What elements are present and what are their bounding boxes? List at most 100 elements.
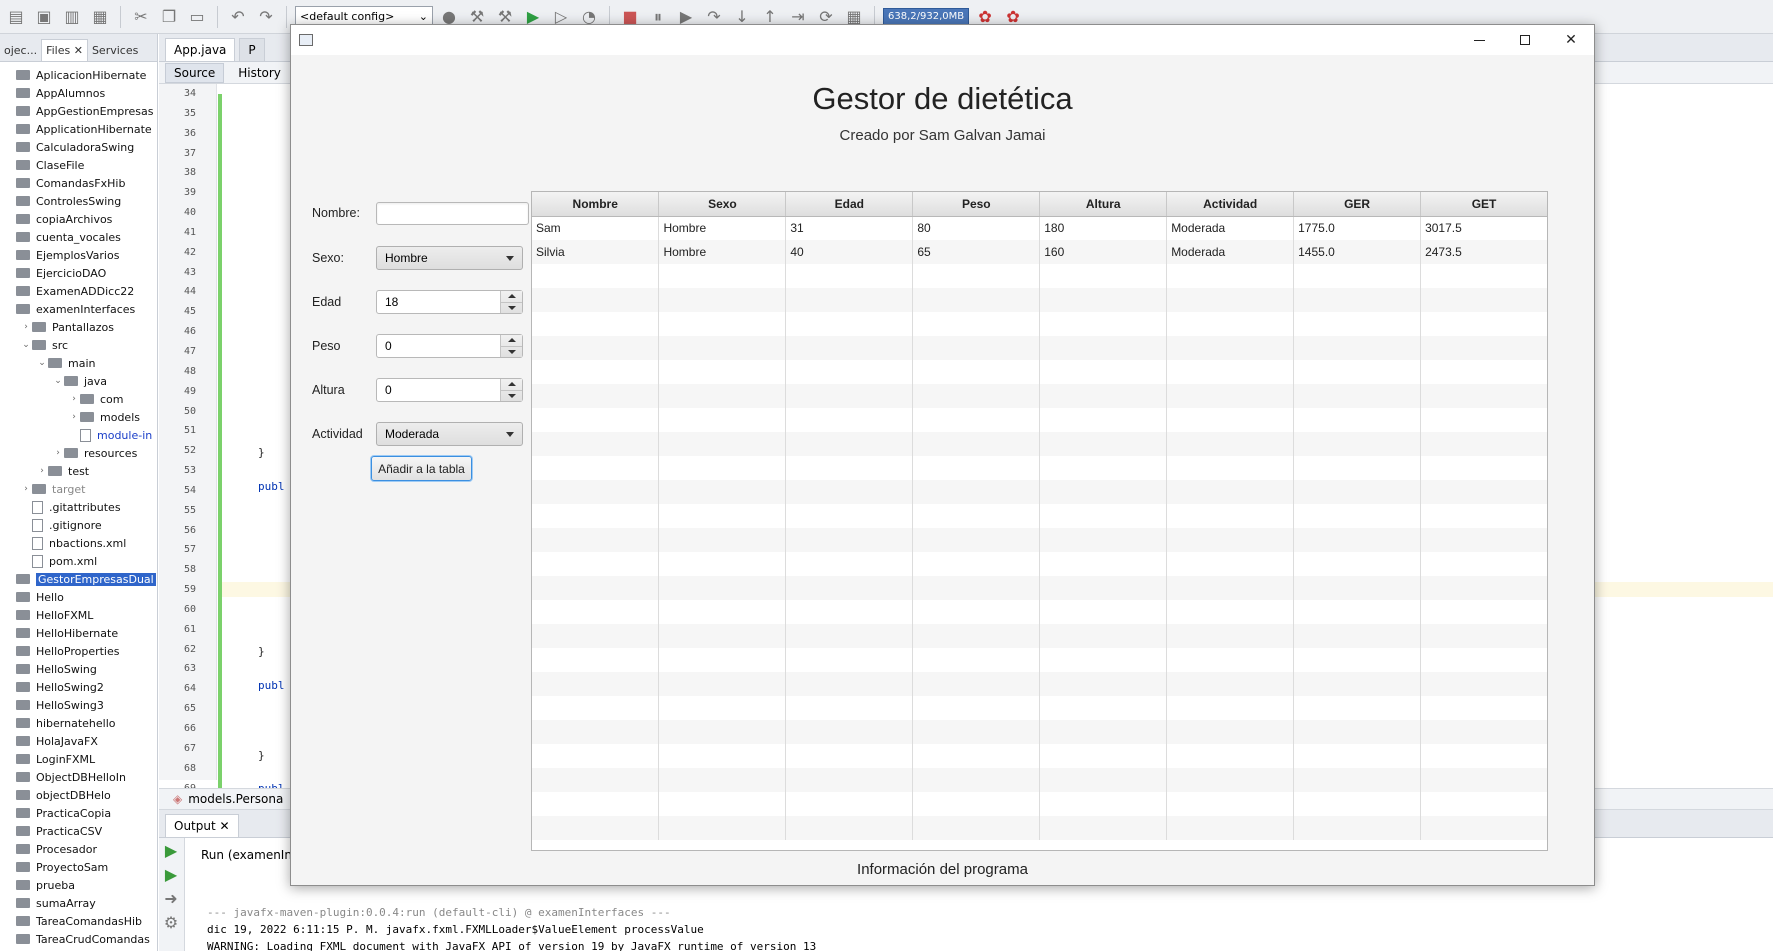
tree-item[interactable]: prueba bbox=[0, 876, 157, 894]
window-titlebar[interactable]: ✕ bbox=[291, 25, 1594, 55]
tree-item[interactable]: TareaCrudComandas bbox=[0, 930, 157, 948]
tree-item[interactable]: objectDBHelo bbox=[0, 786, 157, 804]
tree-item[interactable]: module-in bbox=[0, 426, 157, 444]
paste-icon[interactable]: ▭ bbox=[185, 5, 209, 29]
increment-button[interactable] bbox=[501, 291, 522, 303]
rerun-icon[interactable]: ▶ bbox=[159, 838, 183, 862]
table-row[interactable]: Sam Hombre 31 80 180 Moderada 1775.0 3017.5 bbox=[532, 216, 1547, 240]
tree-item[interactable]: AplicacionHibernate bbox=[0, 66, 157, 84]
decrement-button[interactable] bbox=[501, 347, 522, 358]
tree-item[interactable]: ControlesSwing bbox=[0, 192, 157, 210]
tree-item[interactable]: Procesador bbox=[0, 840, 157, 858]
empty-table-row[interactable] bbox=[532, 648, 1547, 672]
tree-item[interactable]: ApplicationHibernate bbox=[0, 120, 157, 138]
column-header[interactable]: Edad bbox=[785, 192, 914, 217]
tree-item[interactable]: PracticaCopia bbox=[0, 804, 157, 822]
column-header[interactable]: Altura bbox=[1039, 192, 1168, 217]
empty-table-row[interactable] bbox=[532, 528, 1547, 552]
tree-item[interactable]: .gitattributes bbox=[0, 498, 157, 516]
chevron-right-icon[interactable]: › bbox=[52, 448, 64, 458]
increment-button[interactable] bbox=[501, 379, 522, 391]
new-file-icon[interactable]: ▤ bbox=[4, 5, 28, 29]
sexo-select[interactable]: Hombre bbox=[376, 246, 523, 270]
empty-table-row[interactable] bbox=[532, 600, 1547, 624]
rerun-with-options-icon[interactable]: ▶ bbox=[159, 862, 183, 886]
empty-table-row[interactable] bbox=[532, 384, 1547, 408]
tab-app-java[interactable]: App.java bbox=[165, 38, 236, 61]
tree-item[interactable]: › resources bbox=[0, 444, 157, 462]
tab-source[interactable]: Source bbox=[165, 62, 225, 83]
new-project-icon[interactable]: ▣ bbox=[32, 5, 56, 29]
tab-output[interactable]: Output ✕ bbox=[165, 814, 239, 837]
chevron-right-icon[interactable]: › bbox=[68, 394, 80, 404]
minimize-button[interactable] bbox=[1456, 25, 1502, 55]
tree-item[interactable]: CalculadoraSwing bbox=[0, 138, 157, 156]
empty-table-row[interactable] bbox=[532, 264, 1547, 288]
redo-icon[interactable]: ↷ bbox=[254, 5, 278, 29]
undo-icon[interactable]: ↶ bbox=[226, 5, 250, 29]
maximize-button[interactable] bbox=[1502, 25, 1548, 55]
add-to-table-button[interactable]: Añadir a la tabla bbox=[371, 456, 472, 481]
settings-icon[interactable]: ⚙ bbox=[159, 910, 183, 934]
table-row[interactable]: Silvia Hombre 40 65 160 Moderada 1455.0 2473.5 bbox=[532, 240, 1547, 264]
tree-item[interactable]: .gitignore bbox=[0, 516, 157, 534]
tree-item[interactable]: nbactions.xml bbox=[0, 534, 157, 552]
tree-item[interactable]: › com bbox=[0, 390, 157, 408]
tree-item[interactable]: AppAlumnos bbox=[0, 84, 157, 102]
tree-item[interactable]: ClaseFile bbox=[0, 156, 157, 174]
empty-table-row[interactable] bbox=[532, 552, 1547, 576]
tree-item[interactable]: › test bbox=[0, 462, 157, 480]
tree-item[interactable]: LoginFXML bbox=[0, 750, 157, 768]
empty-table-row[interactable] bbox=[532, 576, 1547, 600]
tree-item[interactable]: copiaArchivos bbox=[0, 210, 157, 228]
tree-item[interactable]: AppGestionEmpresas bbox=[0, 102, 157, 120]
tree-item[interactable]: ProyectoSam bbox=[0, 858, 157, 876]
empty-table-row[interactable] bbox=[532, 672, 1547, 696]
column-header[interactable]: GET bbox=[1420, 192, 1547, 217]
empty-table-row[interactable] bbox=[532, 408, 1547, 432]
empty-table-row[interactable] bbox=[532, 312, 1547, 336]
tree-item[interactable]: HolaJavaFX bbox=[0, 732, 157, 750]
increment-button[interactable] bbox=[501, 335, 522, 347]
column-header[interactable]: Peso bbox=[912, 192, 1041, 217]
tree-item[interactable]: sumaArray bbox=[0, 894, 157, 912]
empty-table-row[interactable] bbox=[532, 792, 1547, 816]
altura-spinner[interactable]: 0 bbox=[376, 378, 523, 402]
tab-projects[interactable]: ojec... bbox=[0, 40, 41, 61]
chevron-down-icon[interactable]: ⌄ bbox=[36, 358, 48, 368]
empty-table-row[interactable] bbox=[532, 696, 1547, 720]
tree-item[interactable]: cuenta_vocales bbox=[0, 228, 157, 246]
tree-item[interactable]: ⌄ main bbox=[0, 354, 157, 372]
tree-item[interactable]: ⌄ src bbox=[0, 336, 157, 354]
tree-item[interactable]: ObjectDBHelloIn bbox=[0, 768, 157, 786]
empty-table-row[interactable] bbox=[532, 768, 1547, 792]
actividad-select[interactable]: Moderada bbox=[376, 422, 523, 446]
tree-item[interactable]: HelloSwing bbox=[0, 660, 157, 678]
empty-table-row[interactable] bbox=[532, 816, 1547, 840]
tree-item[interactable]: › Pantallazos bbox=[0, 318, 157, 336]
empty-table-row[interactable] bbox=[532, 504, 1547, 528]
tab-other-file[interactable]: P bbox=[239, 38, 265, 61]
tree-item[interactable]: › models bbox=[0, 408, 157, 426]
chevron-right-icon[interactable]: › bbox=[20, 322, 32, 332]
nombre-field[interactable] bbox=[376, 202, 529, 225]
save-all-icon[interactable]: ▦ bbox=[88, 5, 112, 29]
tree-item[interactable]: HelloSwing3 bbox=[0, 696, 157, 714]
tree-item[interactable]: examenInterfaces bbox=[0, 300, 157, 318]
chevron-down-icon[interactable]: ⌄ bbox=[20, 340, 32, 350]
tab-services[interactable]: Services bbox=[88, 40, 142, 61]
peso-spinner[interactable]: 0 bbox=[376, 334, 523, 358]
empty-table-row[interactable] bbox=[532, 720, 1547, 744]
empty-table-row[interactable] bbox=[532, 360, 1547, 384]
copy-icon[interactable]: ❐ bbox=[157, 5, 181, 29]
empty-table-row[interactable] bbox=[532, 624, 1547, 648]
tree-item[interactable]: ComandasFxHib bbox=[0, 174, 157, 192]
column-header[interactable]: GER bbox=[1293, 192, 1422, 217]
chevron-right-icon[interactable]: › bbox=[20, 484, 32, 494]
tab-files[interactable]: Files ✕ bbox=[41, 39, 88, 61]
tree-item[interactable]: › target bbox=[0, 480, 157, 498]
chevron-right-icon[interactable]: › bbox=[68, 412, 80, 422]
decrement-button[interactable] bbox=[501, 303, 522, 314]
tab-history[interactable]: History bbox=[230, 64, 289, 82]
tree-item[interactable]: pom.xml bbox=[0, 552, 157, 570]
